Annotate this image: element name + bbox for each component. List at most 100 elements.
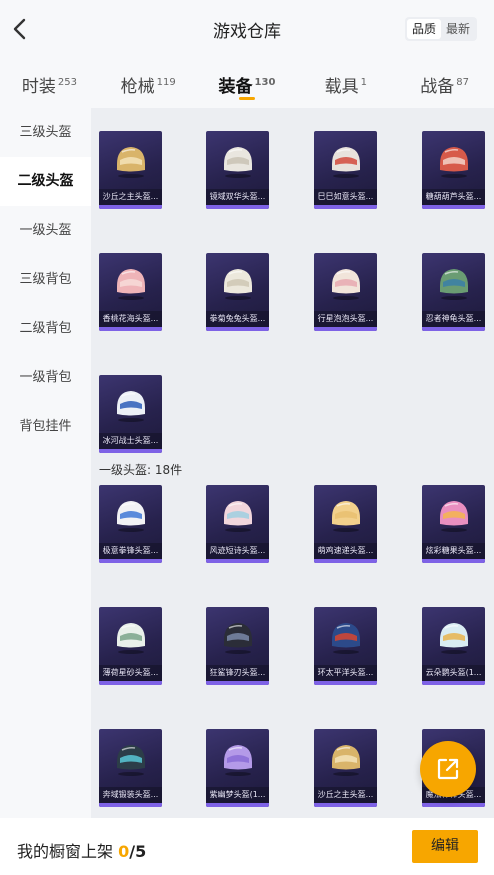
item-name: 萌鸡速递头盔... [314, 543, 377, 559]
share-button[interactable] [420, 741, 476, 797]
tab-count: 253 [57, 77, 77, 89]
tab-equipment[interactable]: 装备 130 [198, 60, 297, 108]
sidebar: 三级头盔 二级头盔 一级头盔 三级背包 二级背包 一级背包 背包挂件 [0, 108, 91, 818]
helmet-icon [440, 501, 468, 532]
helmet-card[interactable]: 紫幽梦头盔(1... [206, 729, 269, 807]
helmet-icon [332, 623, 360, 654]
edit-button[interactable]: 编辑 [412, 830, 478, 863]
rarity-bar [206, 681, 269, 685]
shelf-total: /5 [129, 842, 147, 861]
helmet-card[interactable]: 拳菊兔兔头盔... [206, 253, 269, 331]
item-name: 紫幽梦头盔(1... [206, 787, 269, 803]
helmet-icon [332, 745, 360, 776]
helmet-icon [440, 269, 468, 300]
sidebar-item-level2-helmet[interactable]: 二级头盔 [0, 157, 91, 206]
helmet-card[interactable]: 沙丘之主头盔... [99, 131, 162, 209]
rarity-bar [99, 803, 162, 807]
tab-firearms[interactable]: 枪械 119 [99, 60, 198, 108]
helmet-icon [117, 623, 145, 654]
tab-supplies[interactable]: 战备 87 [395, 60, 494, 108]
rarity-bar [314, 681, 377, 685]
item-name: 薄荷星砂头盔... [99, 665, 162, 681]
tab-count: 119 [156, 77, 176, 89]
category-tabs: 时装 253 枪械 119 装备 130 载具 1 战备 87 [0, 60, 494, 108]
rarity-bar [206, 205, 269, 209]
helmet-icon [332, 269, 360, 300]
item-name: 镜域双华头盔... [206, 189, 269, 205]
rarity-bar [422, 559, 485, 563]
helmet-card[interactable]: 奔域锻装头盔... [99, 729, 162, 807]
item-name: 拳菊兔兔头盔... [206, 311, 269, 327]
sidebar-item-level1-backpack[interactable]: 一级背包 [0, 353, 91, 402]
footer-bar: 我的橱窗上架 0/5 编辑 [0, 818, 494, 875]
tab-label: 枪械 [120, 77, 155, 97]
helmet-card[interactable]: 环太平洋头盔... [314, 607, 377, 685]
helmet-icon [440, 147, 468, 178]
sidebar-item-level3-helmet[interactable]: 三级头盔 [0, 108, 91, 157]
rarity-bar [206, 803, 269, 807]
helmet-icon [117, 147, 145, 178]
tab-vehicles[interactable]: 载具 1 [296, 60, 395, 108]
helmet-card[interactable]: 巳巳如意头盔... [314, 131, 377, 209]
sidebar-item-level1-helmet[interactable]: 一级头盔 [0, 206, 91, 255]
sidebar-item-level2-backpack[interactable]: 二级背包 [0, 304, 91, 353]
helmet-card[interactable]: 镜域双华头盔... [206, 131, 269, 209]
item-name: 极意拳锋头盔... [99, 543, 162, 559]
helmet-card[interactable]: 沙丘之主头盔... [314, 729, 377, 807]
rarity-bar [314, 803, 377, 807]
rarity-bar [99, 681, 162, 685]
helmet-icon [224, 501, 252, 532]
helmet-card[interactable]: 极意拳锋头盔... [99, 485, 162, 563]
tab-label: 时装 [21, 77, 56, 97]
tab-label: 装备 [218, 77, 253, 97]
item-name: 巳巳如意头盔... [314, 189, 377, 205]
helmet-icon [117, 501, 145, 532]
tab-fashion[interactable]: 时装 253 [0, 60, 99, 108]
tab-count: 130 [254, 77, 276, 89]
item-name: 忍者神龟头盔... [422, 311, 485, 327]
helmet-icon [117, 745, 145, 776]
tab-label: 战备 [420, 77, 455, 97]
helmet-card[interactable]: 风迹短诗头盔... [206, 485, 269, 563]
shelf-status: 我的橱窗上架 0/5 [17, 838, 146, 862]
helmet-card[interactable]: 香桃花海头盔... [99, 253, 162, 331]
item-name: 冰河战士头盔... [99, 433, 162, 449]
helmet-card[interactable]: 狂鲨锋刃头盔... [206, 607, 269, 685]
helmet-card[interactable]: 萌鸡速递头盔... [314, 485, 377, 563]
helmet-icon [117, 391, 145, 422]
item-name: 奔域锻装头盔... [99, 787, 162, 803]
helmet-icon [224, 147, 252, 178]
rarity-bar [422, 205, 485, 209]
sidebar-item-level3-backpack[interactable]: 三级背包 [0, 255, 91, 304]
section-label: 一级头盔: 18件 [99, 463, 183, 477]
rarity-bar [99, 205, 162, 209]
helmet-card[interactable]: 薄荷星砂头盔... [99, 607, 162, 685]
helmet-card[interactable]: 行星泡泡头盔... [314, 253, 377, 331]
helmet-icon [332, 147, 360, 178]
helmet-card[interactable]: 云朵鹦头盔(1... [422, 607, 485, 685]
helmet-card[interactable]: 冰河战士头盔... [99, 375, 162, 453]
sort-toggle[interactable]: 品质 最新 [405, 17, 477, 41]
helmet-icon [224, 745, 252, 776]
helmet-card[interactable]: 炫彩糖果头盔... [422, 485, 485, 563]
rarity-bar [206, 559, 269, 563]
item-name: 环太平洋头盔... [314, 665, 377, 681]
helmet-card[interactable]: 忍者神龟头盔... [422, 253, 485, 331]
sort-option-latest[interactable]: 最新 [441, 19, 475, 39]
rarity-bar [422, 803, 485, 807]
rarity-bar [314, 559, 377, 563]
rarity-bar [314, 205, 377, 209]
rarity-bar [422, 681, 485, 685]
tab-count: 87 [456, 77, 469, 89]
item-name: 糖葫葫芦头盔... [422, 189, 485, 205]
external-link-icon [437, 758, 459, 780]
item-name: 云朵鹦头盔(1... [422, 665, 485, 681]
helmet-icon [440, 623, 468, 654]
helmet-icon [224, 623, 252, 654]
shelf-label: 我的橱窗上架 [17, 842, 114, 861]
helmet-card[interactable]: 糖葫葫芦头盔... [422, 131, 485, 209]
rarity-bar [422, 327, 485, 331]
sort-option-quality[interactable]: 品质 [407, 19, 441, 39]
shelf-count: 0 [118, 842, 130, 861]
sidebar-item-backpack-charm[interactable]: 背包挂件 [0, 402, 91, 451]
